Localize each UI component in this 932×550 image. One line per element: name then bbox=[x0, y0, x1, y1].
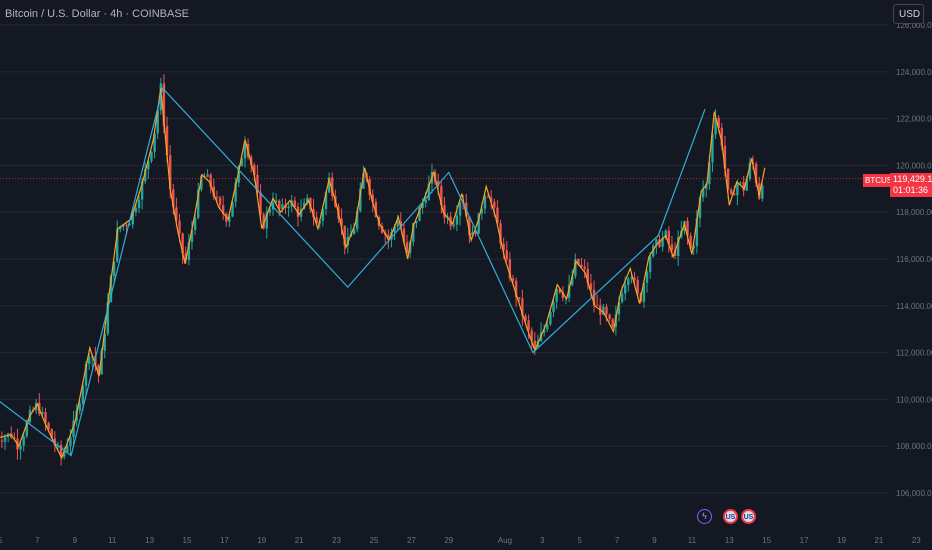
time-tick-label: 23 bbox=[912, 536, 921, 545]
time-tick-label: 5 bbox=[577, 536, 582, 545]
candle-body bbox=[0, 440, 4, 442]
price-tick-label: 124,000.00 bbox=[896, 68, 932, 77]
time-tick-label: 11 bbox=[108, 536, 117, 545]
candle-body bbox=[645, 271, 649, 283]
chart-panel[interactable]: 106,000.00 108,000.00 110,000.00 112,000.00… bbox=[0, 0, 932, 550]
time-axis[interactable]: 5 7 9 11 13 15 17 19 21 23 25 27 29 Aug 3 5 7 9 11 13 15 17 19… bbox=[0, 536, 921, 545]
current-price-label: 119,429.12 01:01:36 bbox=[890, 173, 932, 197]
price-tick-label: 110,000.00 bbox=[896, 395, 932, 404]
candle-body bbox=[624, 285, 627, 294]
candle-body bbox=[736, 182, 739, 196]
time-tick-label: 13 bbox=[725, 536, 734, 545]
candle-body bbox=[22, 436, 25, 446]
candle-body bbox=[178, 220, 181, 234]
us-flag-event-icon[interactable]: US bbox=[741, 509, 756, 524]
candle-series bbox=[0, 73, 764, 466]
chart-title: Bitcoin / U.S. Dollar · 4h · COINBASE bbox=[5, 8, 189, 20]
candle-body bbox=[66, 445, 69, 452]
candle-body bbox=[458, 202, 462, 216]
price-tick-label: 120,000.00 bbox=[896, 161, 932, 170]
candle-body bbox=[218, 197, 222, 206]
candle-body bbox=[137, 199, 141, 209]
time-tick-label: 27 bbox=[407, 536, 416, 545]
candle-body bbox=[505, 250, 508, 260]
candle-body bbox=[611, 319, 614, 327]
candle-body bbox=[605, 306, 608, 315]
bar-countdown: 01:01:36 bbox=[893, 185, 929, 195]
candle-body bbox=[424, 200, 427, 203]
time-tick-label: Aug bbox=[498, 536, 512, 545]
candle-body bbox=[493, 201, 496, 208]
price-tick-label: 112,000.00 bbox=[896, 349, 932, 358]
time-tick-label: 13 bbox=[145, 536, 154, 545]
time-tick-label: 23 bbox=[332, 536, 341, 545]
currency-button[interactable]: USD bbox=[893, 4, 924, 24]
price-chart[interactable]: 106,000.00 108,000.00 110,000.00 112,000.00… bbox=[0, 0, 932, 550]
candle-body bbox=[620, 293, 624, 303]
time-tick-label: 21 bbox=[295, 536, 304, 545]
candle-body bbox=[455, 215, 459, 225]
candle-body bbox=[287, 206, 290, 208]
time-tick-label: 9 bbox=[652, 536, 657, 545]
time-tick-label: 5 bbox=[0, 536, 3, 545]
time-tick-label: 19 bbox=[257, 536, 266, 545]
candle-body bbox=[125, 224, 128, 226]
time-tick-label: 21 bbox=[874, 536, 883, 545]
time-tick-label: 25 bbox=[370, 536, 379, 545]
price-tick-label: 116,000.00 bbox=[896, 255, 932, 264]
time-tick-label: 3 bbox=[540, 536, 545, 545]
us-flag-event-icon[interactable]: US bbox=[723, 509, 738, 524]
time-tick-label: 19 bbox=[837, 536, 846, 545]
candle-body bbox=[452, 224, 455, 227]
candle-body bbox=[627, 278, 630, 286]
price-tick-label: 106,000.00 bbox=[896, 489, 932, 498]
time-tick-label: 7 bbox=[615, 536, 620, 545]
zigzag-blue-line bbox=[0, 86, 706, 457]
candle-body bbox=[69, 437, 72, 446]
candle-body bbox=[583, 266, 586, 269]
current-price-value: 119,429.12 bbox=[893, 174, 932, 184]
price-axis[interactable]: 106,000.00 108,000.00 110,000.00 112,000.00… bbox=[896, 21, 932, 498]
grid-lines bbox=[0, 24, 888, 494]
candle-body bbox=[150, 151, 153, 162]
lightning-event-icon[interactable]: ϟ bbox=[697, 509, 712, 524]
candle-body bbox=[729, 189, 733, 194]
candle-body bbox=[648, 256, 652, 272]
candle-body bbox=[608, 314, 611, 320]
candle-body bbox=[552, 301, 555, 313]
time-tick-label: 9 bbox=[73, 536, 78, 545]
time-tick-label: 7 bbox=[35, 536, 40, 545]
candle-body bbox=[206, 174, 209, 177]
candle-body bbox=[215, 196, 219, 198]
time-tick-label: 29 bbox=[444, 536, 453, 545]
candle-body bbox=[3, 437, 7, 442]
candle-body bbox=[595, 304, 599, 306]
candle-body bbox=[739, 182, 742, 184]
candle-body bbox=[134, 208, 138, 212]
candle-body bbox=[518, 297, 521, 299]
price-tick-label: 108,000.00 bbox=[896, 442, 932, 451]
time-tick-label: 17 bbox=[800, 536, 809, 545]
price-tick-label: 122,000.00 bbox=[896, 115, 932, 124]
time-tick-label: 11 bbox=[688, 536, 697, 545]
price-tick-label: 114,000.00 bbox=[896, 302, 932, 311]
time-tick-label: 15 bbox=[762, 536, 771, 545]
time-tick-label: 17 bbox=[220, 536, 229, 545]
time-tick-label: 15 bbox=[183, 536, 192, 545]
candle-body bbox=[19, 445, 22, 450]
price-tick-label: 118,000.00 bbox=[896, 208, 932, 217]
candle-body bbox=[761, 185, 764, 199]
